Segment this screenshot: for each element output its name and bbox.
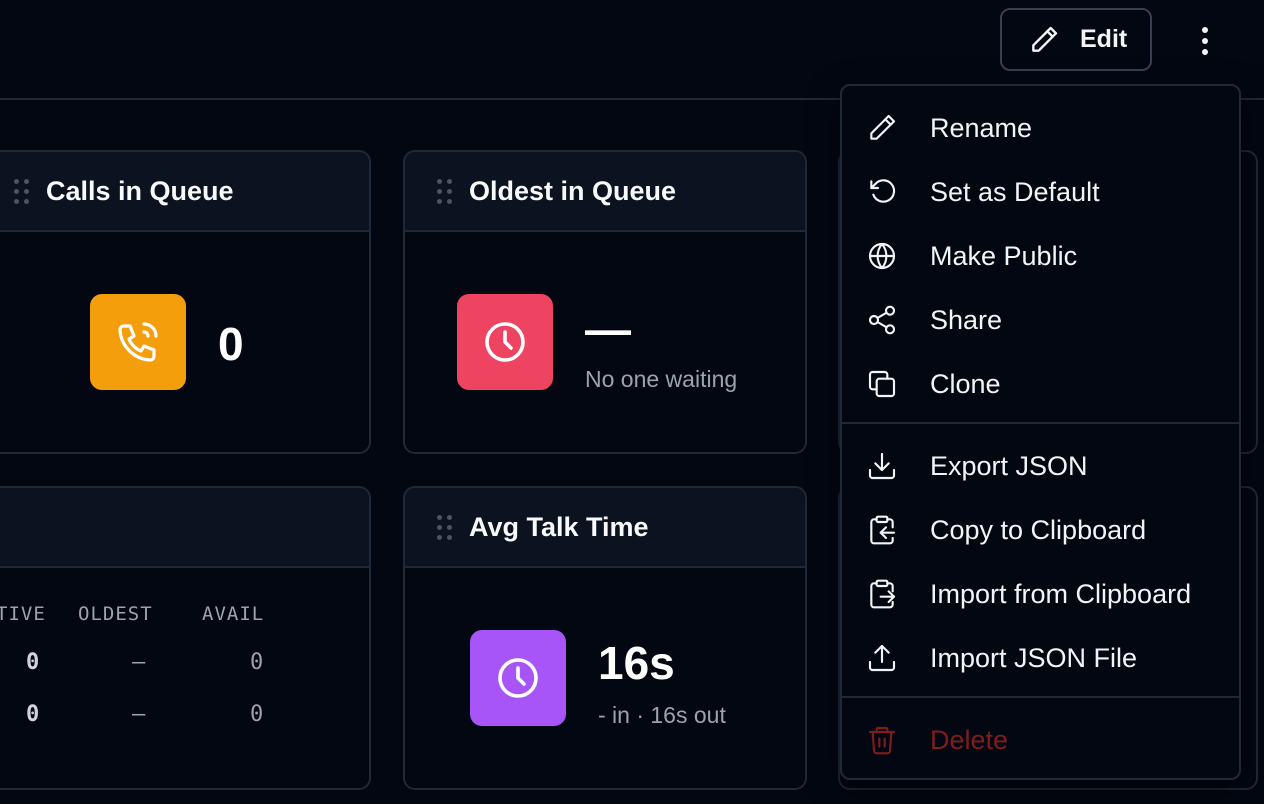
menu-item-label: Import JSON File xyxy=(930,642,1138,673)
edit-button-label: Edit xyxy=(1080,25,1128,53)
menu-item-clone[interactable]: Clone xyxy=(842,352,1239,416)
menu-item-copy-to-clipboard[interactable]: Copy to Clipboard xyxy=(842,498,1239,562)
column-header: OLDEST xyxy=(78,603,153,625)
copy-icon xyxy=(868,370,896,398)
phone-ringing-icon xyxy=(90,294,186,390)
avg-talk-time-value: 16s xyxy=(598,637,675,689)
menu-item-label: Copy to Clipboard xyxy=(930,514,1147,545)
card-header: Calls in Queue xyxy=(0,152,369,232)
column-header: AVAIL xyxy=(202,603,265,625)
menu-item-rename[interactable]: Rename xyxy=(842,96,1239,160)
table-cell: — xyxy=(132,702,146,727)
menu-item-label: Rename xyxy=(930,112,1033,143)
menu-item-label: Set as Default xyxy=(930,176,1100,207)
avg-talk-time-card: Avg Talk Time 16s - in · 16s out xyxy=(403,486,807,790)
drag-handle-icon[interactable] xyxy=(14,179,29,204)
pencil-icon xyxy=(870,114,896,140)
menu-item-make-public[interactable]: Make Public xyxy=(842,224,1239,288)
card-title: Oldest in Queue xyxy=(469,175,677,206)
oldest-in-queue-card: Oldest in Queue — No one waiting xyxy=(403,150,807,454)
table-cell: 0 xyxy=(26,702,40,727)
table-cell: 0 xyxy=(26,650,40,675)
menu-item-label: Import from Clipboard xyxy=(930,578,1192,609)
card-title: Avg Talk Time xyxy=(469,511,649,542)
oldest-in-queue-subtitle: No one waiting xyxy=(585,366,738,392)
more-vertical-icon xyxy=(1202,27,1208,55)
card-header: Avg Talk Time xyxy=(405,488,805,568)
menu-item-delete[interactable]: Delete xyxy=(842,708,1239,772)
column-header: TIVE xyxy=(0,603,46,625)
calls-in-queue-card: Calls in Queue 0 xyxy=(0,150,371,454)
menu-item-set-as-default[interactable]: Set as Default xyxy=(842,160,1239,224)
menu-item-import-from-clipboard[interactable]: Import from Clipboard xyxy=(842,562,1239,626)
menu-divider xyxy=(842,422,1239,424)
table-cell: — xyxy=(132,650,146,675)
queue-table-card xyxy=(0,486,371,790)
globe-icon xyxy=(868,242,896,270)
menu-item-share[interactable]: Share xyxy=(842,288,1239,352)
upload-icon xyxy=(868,644,896,672)
oldest-in-queue-value: — xyxy=(585,303,631,355)
drag-handle-icon[interactable] xyxy=(437,515,452,540)
download-icon xyxy=(868,452,896,480)
menu-item-label: Share xyxy=(930,304,1003,335)
table-cell: 0 xyxy=(250,702,264,727)
menu-item-label: Export JSON xyxy=(930,450,1088,481)
clock-icon xyxy=(470,630,566,726)
rotate-ccw-icon xyxy=(870,179,896,203)
table-cell: 0 xyxy=(250,650,264,675)
clock-icon xyxy=(457,294,553,390)
share-icon xyxy=(868,305,896,335)
card-title: Calls in Queue xyxy=(46,175,234,206)
more-options-button[interactable] xyxy=(1188,22,1222,60)
menu-item-import-json-file[interactable]: Import JSON File xyxy=(842,626,1239,690)
pencil-icon xyxy=(1032,26,1058,52)
avg-talk-time-subtitle: - in · 16s out xyxy=(598,702,726,728)
menu-item-label: Delete xyxy=(930,724,1009,755)
clipboard-import-icon xyxy=(870,579,896,609)
clipboard-copy-icon xyxy=(870,515,896,545)
card-header xyxy=(0,488,369,568)
menu-divider xyxy=(842,696,1239,698)
menu-item-export-json[interactable]: Export JSON xyxy=(842,434,1239,498)
menu-item-label: Make Public xyxy=(930,240,1078,271)
card-header: Oldest in Queue xyxy=(405,152,805,232)
edit-button[interactable]: Edit xyxy=(1000,8,1152,71)
trash-icon xyxy=(868,726,896,755)
options-menu: Rename Set as Default Make Public Share … xyxy=(840,84,1241,780)
calls-in-queue-value: 0 xyxy=(218,318,244,370)
drag-handle-icon[interactable] xyxy=(437,179,452,204)
menu-item-label: Clone xyxy=(930,368,1001,399)
